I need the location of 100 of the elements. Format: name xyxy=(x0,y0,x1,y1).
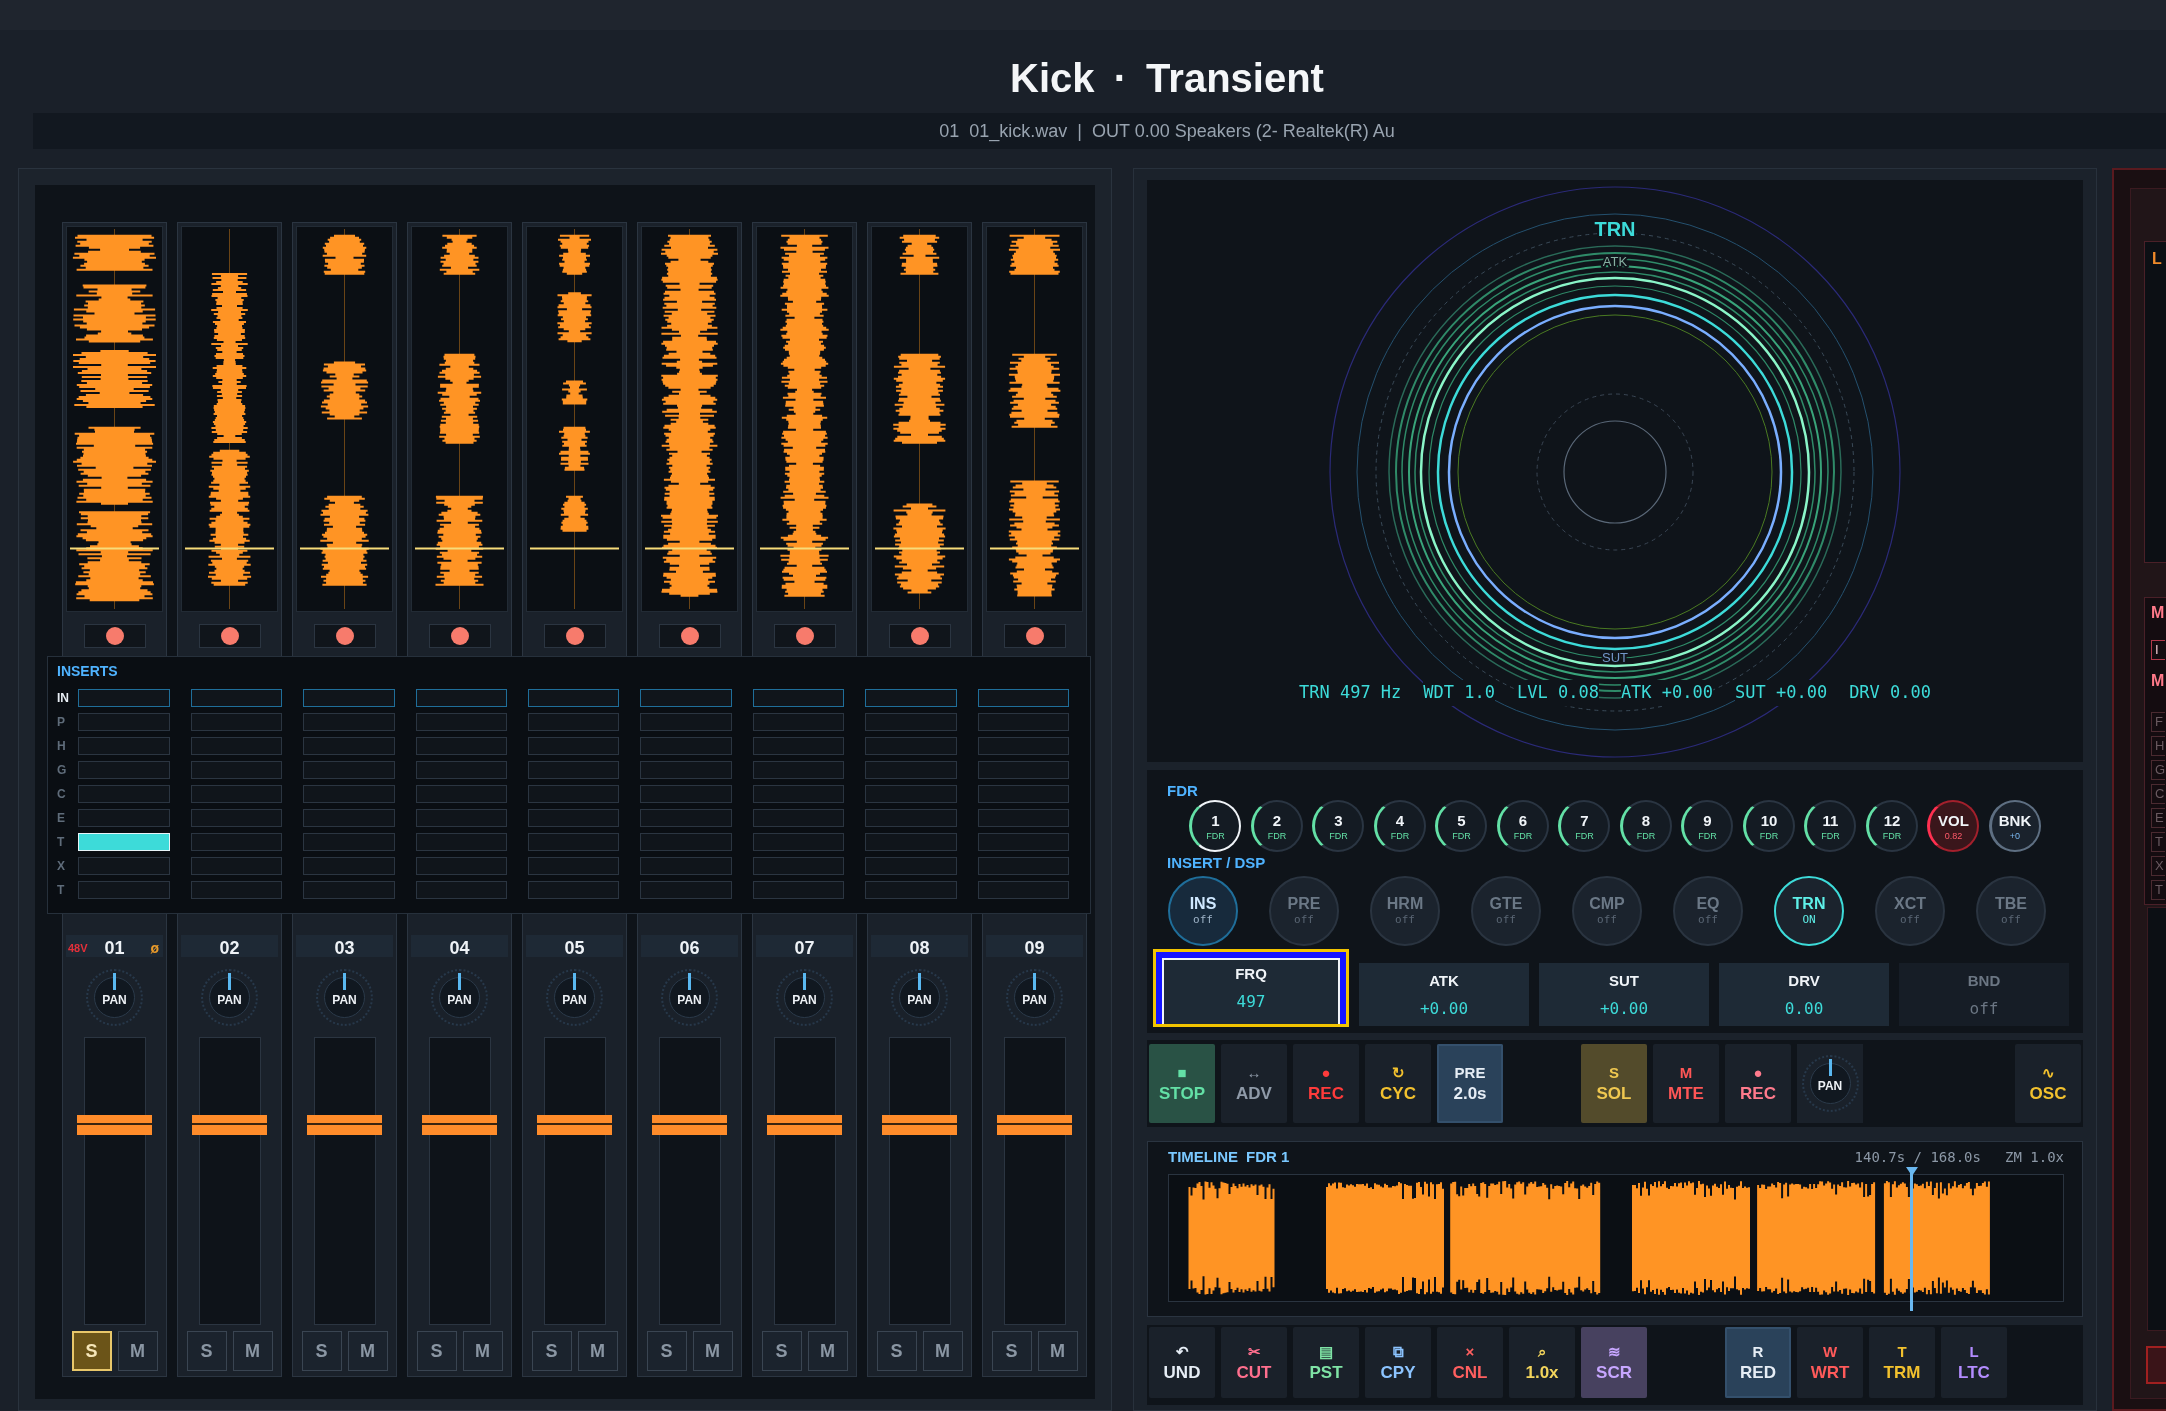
insert-slot[interactable] xyxy=(78,713,170,731)
pan-knob[interactable]: PAN xyxy=(1801,1055,1859,1112)
insert-slot[interactable] xyxy=(528,809,620,827)
fader-handle[interactable] xyxy=(422,1115,497,1136)
insert-slot[interactable] xyxy=(78,689,170,707)
transport-button[interactable]: ● REC xyxy=(1725,1044,1791,1123)
record-arm-button[interactable] xyxy=(428,624,491,648)
insert-slot[interactable] xyxy=(190,881,283,899)
fader-handle[interactable] xyxy=(192,1115,267,1136)
record-arm-button[interactable] xyxy=(198,624,261,648)
fader-knob[interactable]: 6 FDR xyxy=(1496,800,1549,852)
insert-slot[interactable] xyxy=(303,809,395,827)
insert-slot[interactable] xyxy=(528,857,620,875)
insert-slot[interactable] xyxy=(190,713,283,731)
fader-knob[interactable]: 10 FDR xyxy=(1742,800,1795,852)
insert-slot[interactable] xyxy=(415,737,507,755)
insert-slot[interactable] xyxy=(415,857,507,875)
pan-knob[interactable]: PAN xyxy=(201,969,258,1026)
insert-slot[interactable] xyxy=(865,857,957,875)
insert-slot[interactable] xyxy=(415,713,507,731)
insert-slot[interactable] xyxy=(190,857,283,875)
insert-slot[interactable] xyxy=(528,785,620,803)
fader-knob[interactable]: 5 FDR xyxy=(1435,800,1487,852)
fader-knob[interactable]: 4 FDR xyxy=(1373,800,1426,852)
pan-knob[interactable]: PAN xyxy=(776,969,833,1026)
insert-slot[interactable] xyxy=(528,761,620,779)
insert-slot[interactable] xyxy=(752,713,845,731)
insert-slot[interactable] xyxy=(977,761,1070,779)
insert-slot[interactable] xyxy=(78,737,170,755)
insert-slot[interactable] xyxy=(640,689,732,707)
transport-button[interactable]: ↻ CYC xyxy=(1365,1044,1431,1123)
dsp-module-button[interactable]: PRE off xyxy=(1269,876,1339,946)
playhead[interactable] xyxy=(1905,1167,1918,1311)
record-arm-button[interactable] xyxy=(83,624,146,648)
insert-slot[interactable] xyxy=(415,689,507,707)
fader-knob[interactable]: 12 FDR xyxy=(1865,800,1918,852)
insert-slot[interactable] xyxy=(865,761,957,779)
insert-slot[interactable] xyxy=(752,833,845,851)
fader-knob[interactable]: 11 FDR xyxy=(1804,800,1856,852)
insert-slot[interactable] xyxy=(78,761,170,779)
side-panel-tile[interactable] xyxy=(2146,1346,2166,1384)
edit-button[interactable]: ⧉ CPY xyxy=(1365,1327,1431,1398)
mute-button[interactable]: M xyxy=(1037,1331,1078,1371)
insert-slot[interactable] xyxy=(752,857,845,875)
insert-slot[interactable] xyxy=(415,809,507,827)
solo-button[interactable]: S xyxy=(416,1331,457,1371)
insert-slot[interactable] xyxy=(303,857,395,875)
insert-slot[interactable] xyxy=(303,761,395,779)
fader-knob[interactable]: 7 FDR xyxy=(1558,800,1610,852)
insert-slot[interactable] xyxy=(977,713,1070,731)
parameter-button[interactable]: FRQ 497 xyxy=(1153,949,1349,1027)
fader-handle[interactable] xyxy=(307,1115,382,1136)
volume-knob[interactable]: VOL 0.82 xyxy=(1927,800,1979,852)
edit-button[interactable]: ✂ CUT xyxy=(1221,1327,1287,1398)
solo-button[interactable]: S xyxy=(876,1331,917,1371)
transport-button[interactable]: ■ STOP xyxy=(1149,1044,1215,1123)
insert-slot[interactable] xyxy=(865,809,957,827)
mute-button[interactable]: M xyxy=(922,1331,963,1371)
bank-knob[interactable]: BNK +0 xyxy=(1988,800,2041,852)
pan-knob[interactable]: PAN xyxy=(661,969,718,1026)
parameter-button[interactable]: ATK +0.00 xyxy=(1359,963,1529,1026)
record-arm-button[interactable] xyxy=(888,624,951,648)
parameter-button[interactable]: DRV 0.00 xyxy=(1719,963,1889,1026)
fader-knob[interactable]: 9 FDR xyxy=(1681,800,1733,852)
dsp-module-button[interactable]: XCT off xyxy=(1875,876,1945,946)
insert-slot[interactable] xyxy=(752,689,845,707)
insert-slot[interactable] xyxy=(865,689,957,707)
insert-slot[interactable] xyxy=(640,881,732,899)
insert-slot[interactable] xyxy=(640,713,732,731)
solo-button[interactable]: S xyxy=(991,1331,1032,1371)
insert-slot[interactable] xyxy=(640,761,732,779)
record-arm-button[interactable] xyxy=(543,624,606,648)
insert-slot[interactable] xyxy=(865,833,957,851)
insert-slot[interactable] xyxy=(415,881,507,899)
insert-slot[interactable] xyxy=(303,833,395,851)
fader-knob[interactable]: 1 FDR xyxy=(1189,800,1241,852)
fader-knob[interactable]: 8 FDR xyxy=(1619,800,1672,852)
insert-slot[interactable] xyxy=(865,785,957,803)
insert-slot[interactable] xyxy=(78,809,170,827)
insert-slot[interactable] xyxy=(303,881,395,899)
insert-slot[interactable] xyxy=(528,713,620,731)
record-arm-button[interactable] xyxy=(313,624,376,648)
solo-button[interactable]: S xyxy=(186,1331,227,1371)
mute-button[interactable]: M xyxy=(692,1331,733,1371)
insert-slot[interactable] xyxy=(977,689,1070,707)
insert-slot[interactable] xyxy=(977,737,1070,755)
pan-knob[interactable]: PAN xyxy=(1006,969,1063,1026)
fader-knob[interactable]: 2 FDR xyxy=(1250,800,1303,852)
insert-slot[interactable] xyxy=(78,881,170,899)
insert-slot[interactable] xyxy=(752,737,845,755)
record-arm-button[interactable] xyxy=(1003,624,1066,648)
insert-slot[interactable] xyxy=(865,881,957,899)
fader-handle[interactable] xyxy=(882,1115,957,1136)
dsp-module-button[interactable]: EQ off xyxy=(1673,876,1743,946)
insert-slot[interactable] xyxy=(640,809,732,827)
parameter-button[interactable]: SUT +0.00 xyxy=(1539,963,1709,1026)
edit-button[interactable]: T TRM xyxy=(1869,1327,1935,1398)
mute-button[interactable]: M xyxy=(462,1331,503,1371)
insert-slot[interactable] xyxy=(190,761,283,779)
pan-knob[interactable]: PAN xyxy=(546,969,603,1026)
